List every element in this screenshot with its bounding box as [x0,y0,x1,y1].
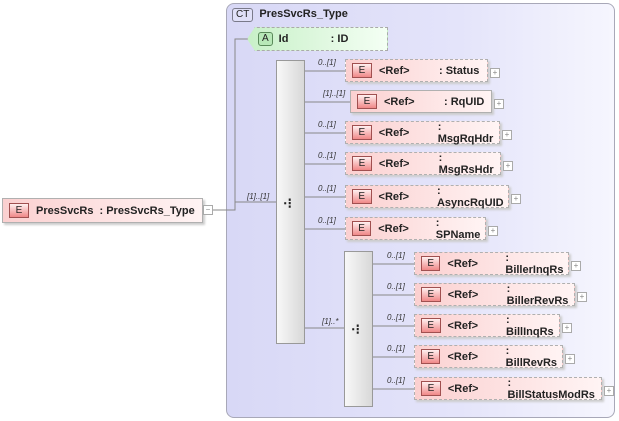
occurrence-label: 0..[1] [318,120,336,129]
child-element[interactable]: E <Ref> : BillInqRs [414,313,560,338]
element-type: : BillInqRs [506,313,554,338]
expand-icon[interactable]: + [565,354,575,364]
element-ref: <Ref> [378,190,410,203]
sequence-icon: ⋅⁝ [283,195,292,211]
occurrence-label: 0..[1] [387,251,405,260]
expand-icon[interactable]: + [490,68,500,78]
expand-icon[interactable]: + [503,161,513,171]
child-element[interactable]: E <Ref> : BillStatusModRs [414,376,602,401]
child-element[interactable]: E <Ref> : MsgRsHdr [345,151,501,176]
expand-icon[interactable]: + [571,261,581,271]
element-type: : MsgRqHdr [437,120,494,145]
element-badge: E [352,125,372,140]
expand-icon[interactable]: + [604,386,614,396]
element-type: : BillRevRs [505,344,558,369]
attribute-type: : ID [330,33,349,45]
child-element[interactable]: E <Ref> : BillerInqRs [414,251,569,276]
element-type: : Status [439,64,480,77]
element-type: : BillerRevRs [506,282,569,307]
element-badge: E [421,256,441,271]
expand-icon[interactable]: + [511,194,521,204]
element-ref: <Ref> [447,382,479,395]
child-element[interactable]: E <Ref> : Status [345,59,488,82]
element-ref: <Ref> [447,257,478,270]
element-type: : BillerInqRs [505,251,564,276]
occurrence-label: 0..[1] [387,344,405,353]
root-occurrence: [1]..[1] [247,192,270,201]
element-ref: <Ref> [378,126,410,139]
element-badge: E [352,189,372,204]
root-name: PresSvcRs [36,204,94,217]
child-element[interactable]: E <Ref> : BillerRevRs [414,282,575,307]
element-badge: E [421,287,441,302]
occurrence-label: 0..[1] [387,313,405,322]
child-element[interactable]: E <Ref> : RqUID [350,90,492,113]
attribute-id[interactable]: A Id : ID [247,27,388,51]
element-badge: E [352,63,372,78]
occurrence-label: 0..[1] [318,151,336,160]
element-ref: <Ref> [378,157,410,170]
child-element[interactable]: E <Ref> : BillRevRs [414,344,563,369]
element-type: : SPName [435,216,481,241]
collapse-icon[interactable]: − [203,205,213,215]
element-badge: E [421,349,441,364]
child-element[interactable]: E <Ref> : AsyncRqUID [345,184,509,209]
expand-icon[interactable]: + [577,292,587,302]
occurrence-label: 0..[1] [387,376,405,385]
child-element[interactable]: E <Ref> : SPName [345,216,486,241]
element-badge: E [352,156,372,171]
expand-icon[interactable]: + [494,99,504,109]
expand-icon[interactable]: + [562,323,572,333]
attribute-name: Id [278,33,289,45]
occurrence-label: 0..[1] [387,282,405,291]
element-badge: E [9,203,29,218]
root-element[interactable]: E PresSvcRs : PresSvcRs_Type [2,198,203,223]
expand-icon[interactable]: + [488,226,498,236]
occurrence-label: [1]..[1] [323,89,346,98]
element-ref: <Ref> [447,319,479,332]
attribute-badge: A [258,32,273,46]
sequence-icon: ⋅⁝ [351,321,360,337]
element-ref: <Ref> [378,222,409,235]
root-type: : PresSvcRs_Type [99,204,195,217]
expand-icon[interactable]: + [502,130,512,140]
element-type: : BillStatusModRs [507,376,595,401]
element-badge: E [352,221,372,236]
occurrence-label: 0..[1] [318,216,336,225]
element-badge: E [357,94,377,109]
element-ref: <Ref> [447,350,479,363]
sequence2-occurrence: [1]..* [322,317,339,326]
element-type: : RqUID [444,95,485,108]
occurrence-label: 0..[1] [318,184,336,193]
element-badge: E [421,381,441,396]
element-badge: E [421,318,441,333]
element-ref: <Ref> [447,288,479,301]
element-ref: <Ref> [379,64,410,77]
child-element[interactable]: E <Ref> : MsgRqHdr [345,120,500,145]
element-ref: <Ref> [384,95,415,108]
element-type: : MsgRsHdr [438,151,494,176]
occurrence-label: 0..[1] [318,58,336,67]
element-type: : AsyncRqUID [436,184,504,209]
